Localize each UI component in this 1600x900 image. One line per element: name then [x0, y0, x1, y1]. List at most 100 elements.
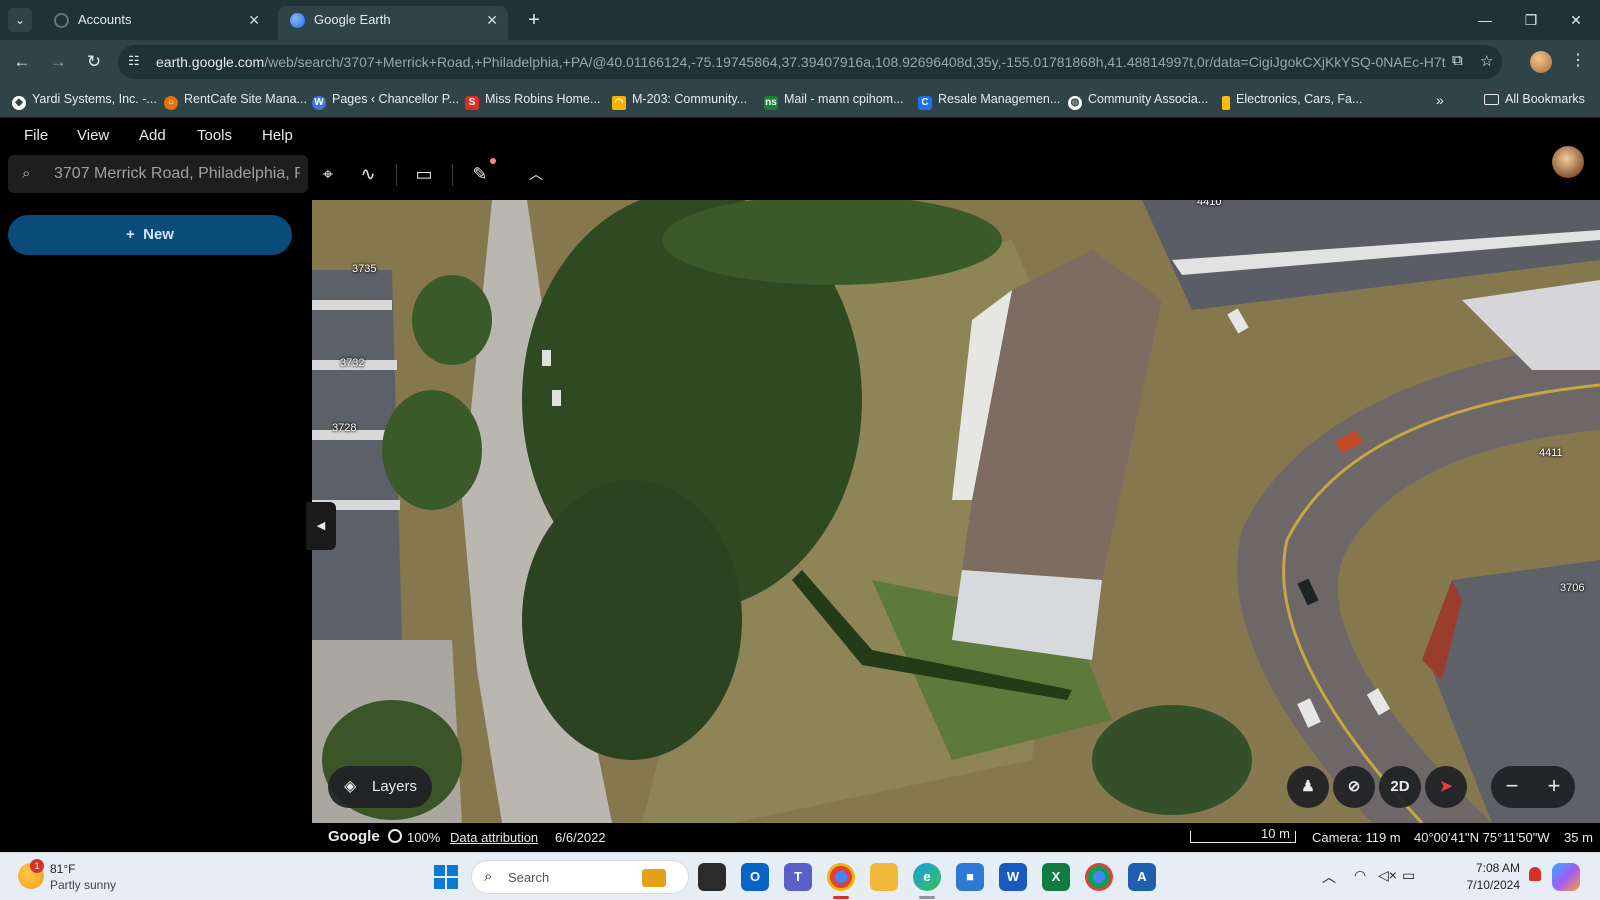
bookmark-label: Mail - mann cpihom...: [784, 92, 904, 106]
windows-start-icon[interactable]: [434, 865, 458, 889]
volume-muted-icon[interactable]: ◁×: [1378, 867, 1397, 884]
more-bookmarks-icon[interactable]: »: [1436, 92, 1444, 108]
restore-icon[interactable]: ❐: [1519, 8, 1543, 32]
reload-icon[interactable]: ↻: [82, 50, 106, 74]
bookmark-favicon-icon: S: [465, 96, 479, 110]
windows-taskbar: 1 81°F Partly sunny ⌕ Search O T e ■ W X…: [0, 852, 1600, 900]
compass-icon[interactable]: ➤: [1425, 766, 1467, 808]
folder-icon: [1484, 94, 1499, 105]
loading-ring-icon: [388, 829, 402, 843]
search-input[interactable]: [54, 161, 300, 187]
taskbar-search[interactable]: ⌕ Search: [471, 860, 689, 894]
ground-elevation: 35 m: [1564, 830, 1593, 845]
wordpress-icon: W: [312, 96, 326, 110]
more-menu-icon[interactable]: ⋮: [1570, 50, 1586, 70]
menu-view[interactable]: View: [77, 127, 109, 144]
system-clock[interactable]: 7:08 AM 7/10/2024: [1440, 860, 1520, 894]
bookmark-item[interactable]: ◆ Yardi Systems, Inc. -...: [12, 92, 157, 110]
zoom-in-icon[interactable]: +: [1533, 766, 1575, 808]
browser-profile-avatar[interactable]: [1530, 51, 1552, 73]
house-number-label: 3706: [1560, 582, 1585, 594]
back-icon[interactable]: ←: [10, 50, 34, 74]
microsoft-store-icon[interactable]: ■: [956, 863, 984, 891]
tab-google-earth[interactable]: Google Earth ✕: [278, 6, 508, 40]
bookmark-star-icon[interactable]: ☆: [1480, 52, 1493, 70]
bookmarks-bar: ◆ Yardi Systems, Inc. -... ○ RentCafe Site…: [0, 84, 1600, 118]
menu-add[interactable]: Add: [139, 127, 166, 144]
bookmark-item[interactable]: S Miss Robins Home...: [465, 92, 600, 110]
app-icon[interactable]: A: [1128, 863, 1156, 891]
menu-tools[interactable]: Tools: [197, 127, 232, 144]
weather-description[interactable]: Partly sunny: [50, 878, 116, 892]
wifi-icon[interactable]: ◠: [1354, 867, 1366, 884]
bookmark-label: Miss Robins Home...: [485, 92, 601, 106]
bookmark-label: Yardi Systems, Inc. -...: [32, 92, 157, 106]
close-window-icon[interactable]: ✕: [1564, 8, 1588, 32]
site-settings-icon[interactable]: ☷: [128, 53, 140, 69]
bookmark-favicon-icon: C: [918, 96, 932, 110]
bookmark-item[interactable]: ◠ M-203: Community...: [612, 92, 747, 110]
earth-search-box[interactable]: ⌕: [8, 155, 308, 193]
minimize-icon[interactable]: —: [1473, 8, 1497, 32]
search-icon[interactable]: ⌕: [22, 165, 38, 182]
forward-icon[interactable]: →: [46, 50, 70, 74]
address-bar[interactable]: ☷ earth.google.com/web/search/3707+Merri…: [118, 45, 1502, 79]
chevron-up-icon[interactable]: ︿: [1322, 867, 1336, 887]
teams-icon[interactable]: T: [784, 863, 812, 891]
url-path: /web/search/3707+Merrick+Road,+Philadelp…: [264, 54, 1446, 70]
chevron-up-icon[interactable]: ︿: [521, 159, 551, 189]
layers-label: Layers: [372, 778, 418, 795]
chrome-profile-icon[interactable]: [1085, 863, 1113, 891]
new-tab-icon[interactable]: +: [520, 6, 548, 34]
task-view-icon[interactable]: [698, 863, 726, 891]
bookmark-item[interactable]: ns Mail - mann cpihom...: [764, 92, 903, 110]
bookmark-item[interactable]: ○ RentCafe Site Mana...: [164, 92, 307, 110]
notification-bell-icon[interactable]: [1529, 867, 1541, 881]
bookmark-item[interactable]: Electronics, Cars, Fa...: [1222, 92, 1362, 110]
map-viewport[interactable]: 4410 3735 3732 3728 4411 3706 ◈ Layers ♟…: [312, 200, 1600, 823]
zoom-controls: − +: [1491, 766, 1575, 808]
chrome-icon[interactable]: [827, 863, 855, 891]
user-avatar[interactable]: [1552, 146, 1584, 178]
reset-tilt-icon[interactable]: ⊘: [1333, 766, 1375, 808]
bookmark-item[interactable]: W Pages ‹ Chancellor P...: [312, 92, 459, 110]
install-app-icon[interactable]: ⧉: [1452, 52, 1463, 69]
bookmark-label: Resale Managemen...: [938, 92, 1061, 106]
menu-file[interactable]: File: [24, 127, 48, 144]
excel-icon[interactable]: X: [1042, 863, 1070, 891]
copilot-icon[interactable]: [1552, 863, 1580, 891]
bookmark-item[interactable]: C Resale Managemen...: [918, 92, 1060, 110]
search-icon: ⌕: [484, 868, 493, 885]
browser-toolbar: ← → ↻ ☷ earth.google.com/web/search/3707…: [0, 40, 1600, 84]
close-tab-icon[interactable]: ✕: [486, 6, 498, 34]
weather-temperature[interactable]: 81°F: [50, 862, 75, 876]
outlook-icon[interactable]: O: [741, 863, 769, 891]
layers-button[interactable]: ◈ Layers: [328, 766, 432, 808]
battery-icon[interactable]: ▭: [1402, 867, 1415, 884]
street-view-pegman-icon[interactable]: ♟: [1287, 766, 1329, 808]
new-button-label: New: [143, 226, 174, 243]
tab-search-dropdown-icon[interactable]: ⌄: [8, 8, 32, 32]
edge-icon[interactable]: e: [913, 863, 941, 891]
zoom-out-icon[interactable]: −: [1491, 766, 1533, 808]
close-tab-icon[interactable]: ✕: [248, 6, 260, 34]
word-icon[interactable]: W: [999, 863, 1027, 891]
tab-accounts[interactable]: Accounts ✕: [42, 6, 270, 40]
placemark-icon[interactable]: ⌖: [313, 159, 343, 189]
ruler-icon[interactable]: ▭: [409, 159, 439, 189]
active-app-indicator: [833, 896, 849, 899]
notification-dot: [490, 158, 496, 164]
camera-altitude: Camera: 119 m: [1312, 830, 1401, 845]
menu-help[interactable]: Help: [262, 127, 293, 144]
data-attribution-link[interactable]: Data attribution: [450, 830, 538, 845]
google-earth-favicon-icon: [290, 13, 305, 28]
url-text[interactable]: earth.google.com/web/search/3707+Merrick…: [156, 54, 1446, 70]
clock-date: 7/10/2024: [1466, 878, 1520, 892]
all-bookmarks-folder[interactable]: All Bookmarks: [1484, 92, 1585, 106]
path-icon[interactable]: ∿: [353, 159, 383, 189]
view-mode-toggle[interactable]: 2D: [1379, 766, 1421, 808]
new-project-button[interactable]: + New: [8, 215, 292, 255]
bookmark-item[interactable]: ◍ Community Associa...: [1068, 92, 1208, 110]
file-explorer-icon[interactable]: [870, 863, 898, 891]
collapse-sidebar-icon[interactable]: ◀: [306, 502, 336, 550]
